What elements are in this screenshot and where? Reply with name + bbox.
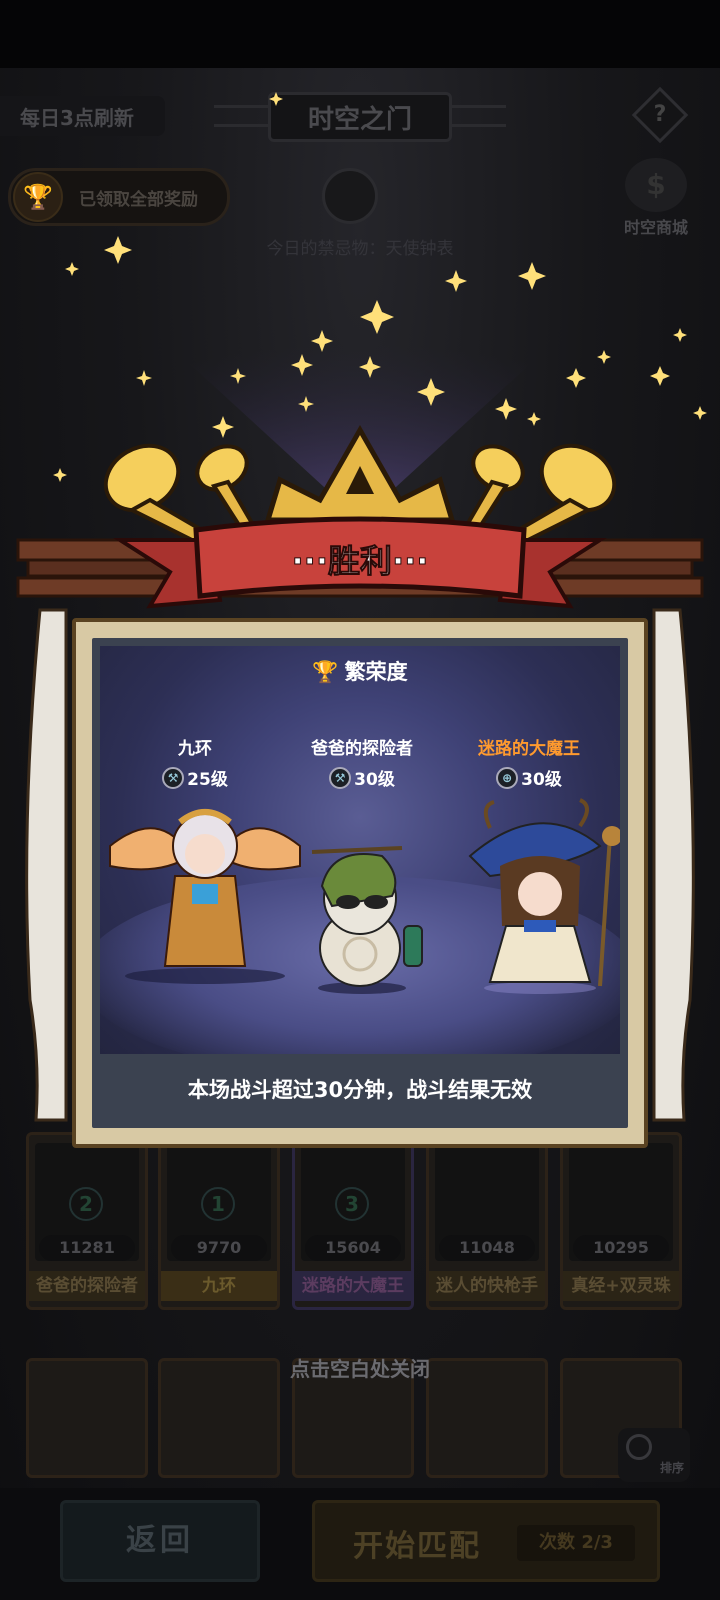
hero-name: 九环 bbox=[161, 1271, 277, 1301]
hero-power: 15604 bbox=[305, 1235, 401, 1261]
sort-button[interactable]: 排序 bbox=[618, 1428, 690, 1482]
sparkle-icon bbox=[65, 262, 79, 276]
tap-to-close-hint[interactable]: 点击空白处关闭 bbox=[0, 1353, 720, 1382]
hero-power: 11281 bbox=[39, 1235, 135, 1261]
result-panel: 🏆 繁荣度 九环 ⚒ 25级 爸爸的探险者 ⚒ 30级 迷路的大魔王 ⊕ 30级 本场战… bbox=[72, 618, 648, 1148]
hero-name: 爸爸的探险者 bbox=[29, 1271, 145, 1301]
sparkle-icon bbox=[445, 270, 467, 292]
crosshair-icon: ⊕ bbox=[496, 766, 519, 789]
hero-name: 真经+双灵珠 bbox=[563, 1271, 679, 1301]
trumpet-icon bbox=[195, 444, 259, 539]
slot-number-badge: 3 bbox=[335, 1187, 369, 1221]
sparkle-icon bbox=[673, 328, 687, 342]
hero-level: ⚒ 30级 bbox=[287, 765, 437, 790]
sparkle-icon bbox=[495, 398, 517, 420]
hero-name: 爸爸的探险者 bbox=[311, 739, 413, 759]
match-count: 次数 2/3 bbox=[517, 1525, 635, 1561]
hero-level-value: 25级 bbox=[187, 770, 228, 790]
hero-info: 爸爸的探险者 ⚒ 30级 bbox=[287, 734, 437, 790]
hero-name: 迷路的大魔王 bbox=[295, 1271, 411, 1301]
slot-number-badge: 2 bbox=[69, 1187, 103, 1221]
curtain-left bbox=[25, 608, 68, 1122]
hero-info: 迷路的大魔王 ⊕ 30级 bbox=[454, 734, 604, 790]
raccoon-hero-sprite bbox=[311, 846, 423, 994]
sparkle-icon bbox=[53, 468, 67, 482]
prosperity-label: 繁荣度 bbox=[344, 660, 408, 684]
hero-power: 9770 bbox=[171, 1235, 267, 1261]
start-match-button[interactable]: 开始匹配 次数 2/3 bbox=[312, 1500, 660, 1582]
hero-power: 11048 bbox=[439, 1235, 535, 1261]
magnifier-icon bbox=[626, 1434, 652, 1460]
hero-level-value: 30级 bbox=[521, 770, 562, 790]
wrench-icon: ⚒ bbox=[162, 766, 185, 789]
sparkle-icon bbox=[518, 262, 546, 290]
battle-invalid-notice: 本场战斗超过30分钟，战斗结果无效 bbox=[187, 1078, 533, 1102]
sparkle-icon bbox=[104, 236, 132, 264]
slot-number-badge: 1 bbox=[201, 1187, 235, 1221]
sparkle-icon bbox=[597, 350, 611, 364]
hero-name: 九环 bbox=[178, 739, 212, 759]
trumpet-icon bbox=[461, 444, 525, 539]
hero-stage bbox=[100, 646, 620, 1054]
sparkle-icon bbox=[527, 412, 541, 426]
sparkle-icon bbox=[693, 406, 707, 420]
demon-king-hero-sprite bbox=[468, 798, 620, 994]
sparkle-icon bbox=[212, 416, 234, 438]
prosperity-title: 🏆 繁荣度 bbox=[92, 656, 628, 686]
sparkle-icon bbox=[136, 370, 152, 386]
result-panel-inner: 🏆 繁荣度 九环 ⚒ 25级 爸爸的探险者 ⚒ 30级 迷路的大魔王 ⊕ 30级 本场战… bbox=[92, 638, 628, 1128]
hero-level: ⊕ 30级 bbox=[454, 765, 604, 790]
hero-name: 迷路的大魔王 bbox=[478, 739, 580, 759]
hero-level-value: 30级 bbox=[354, 770, 395, 790]
hero-name: 迷人的快枪手 bbox=[429, 1271, 545, 1301]
sort-label: 排序 bbox=[659, 1461, 684, 1475]
sparkle-icon bbox=[566, 368, 586, 388]
hero-info: 九环 ⚒ 25级 bbox=[120, 734, 270, 790]
hero-level: ⚒ 25级 bbox=[120, 765, 270, 790]
trophy-icon: 🏆 bbox=[312, 660, 339, 684]
curtain-right bbox=[652, 608, 695, 1122]
hero-power: 10295 bbox=[573, 1235, 669, 1261]
victory-banner-text: ···胜利··· bbox=[291, 542, 429, 581]
start-match-label: 开始匹配 bbox=[353, 1529, 481, 1564]
back-button[interactable]: 返回 bbox=[60, 1500, 260, 1582]
sparkle-icon bbox=[269, 92, 283, 106]
wrench-icon: ⚒ bbox=[329, 766, 352, 789]
sparkle-icon bbox=[650, 366, 670, 386]
